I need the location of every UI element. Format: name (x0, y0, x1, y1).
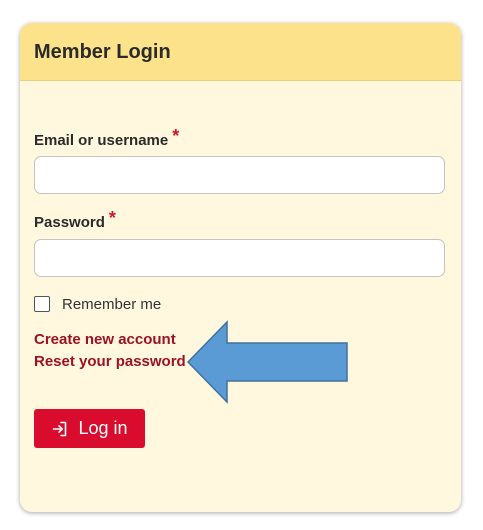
email-label: Email or username * (34, 127, 179, 150)
password-required-mark: * (108, 208, 116, 228)
login-button-label: Log in (78, 418, 128, 438)
card-header: Member Login (20, 23, 461, 81)
password-label-text: Password (34, 214, 105, 231)
email-input[interactable] (34, 156, 445, 194)
remember-me-row[interactable]: Remember me (34, 295, 161, 313)
password-input[interactable] (34, 239, 445, 277)
create-account-link[interactable]: Create new account (34, 331, 176, 349)
remember-me-label[interactable]: Remember me (62, 296, 161, 313)
card-title: Member Login (34, 41, 171, 63)
password-label: Password * (34, 209, 116, 232)
left-arrow-icon (186, 320, 348, 404)
reset-password-link[interactable]: Reset your password (34, 353, 186, 371)
login-button[interactable]: Log in (34, 409, 145, 448)
log-in-icon (51, 420, 69, 438)
login-card: Member Login Email or username * Password… (20, 23, 461, 512)
email-label-text: Email or username (34, 132, 169, 149)
email-required-mark: * (172, 126, 180, 146)
remember-me-checkbox[interactable] (34, 296, 50, 312)
